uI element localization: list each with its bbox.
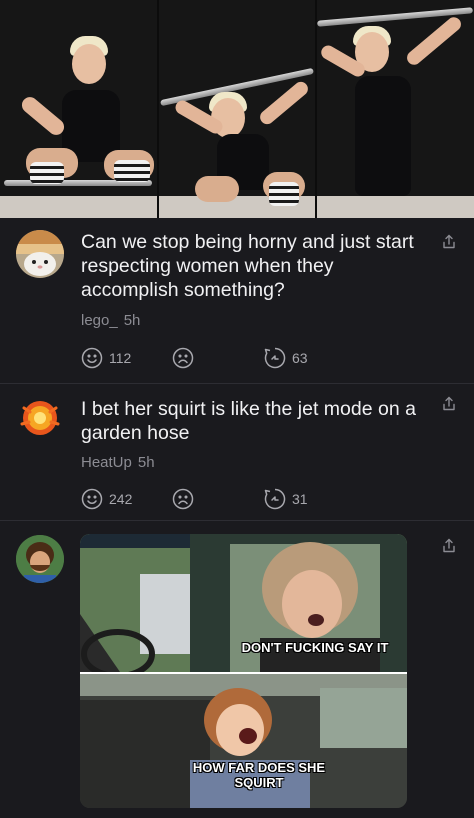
meme-bottom-panel: HOW FAR DOES SHE SQUIRT xyxy=(80,674,407,808)
share-icon[interactable] xyxy=(441,396,457,412)
athlete-head xyxy=(72,44,106,84)
reply-icon xyxy=(264,488,286,510)
bearded-man-avatar-icon[interactable] xyxy=(16,535,64,583)
meme-top-panel: DON'T FUCKING SAY IT xyxy=(80,534,407,679)
hamster-avatar-icon[interactable] xyxy=(16,230,64,278)
meme-bottom-caption: HOW FAR DOES SHE SQUIRT xyxy=(192,760,326,790)
share-icon[interactable] xyxy=(441,234,457,250)
weightlifter-photo-1[interactable] xyxy=(0,0,157,218)
upvote-count: 112 xyxy=(109,350,132,366)
smile-icon xyxy=(81,347,103,369)
gym-floor xyxy=(0,196,157,218)
happy-reaction-button[interactable]: 242 xyxy=(81,487,132,511)
sad-reaction-button[interactable] xyxy=(172,487,194,511)
reply-count: 63 xyxy=(292,350,308,366)
reply-count: 31 xyxy=(292,491,308,507)
fireball-avatar-icon[interactable] xyxy=(16,394,64,442)
comment-username[interactable]: HeatUp xyxy=(81,454,132,471)
reply-button[interactable]: 63 xyxy=(264,346,308,370)
frown-icon xyxy=(172,347,194,369)
share-icon[interactable] xyxy=(441,538,457,554)
reaction-bar: 112 63 xyxy=(81,346,341,370)
weightlifter-photo-2[interactable] xyxy=(158,0,316,218)
comment-text: Can we stop being horny and just start r… xyxy=(81,231,414,301)
happy-reaction-button[interactable]: 112 xyxy=(81,346,131,370)
reaction-bar: 242 31 xyxy=(81,487,341,511)
reply-button[interactable]: 31 xyxy=(264,487,308,511)
comment-1: Can we stop being horny and just start r… xyxy=(0,218,474,383)
meme-top-caption: DON'T FUCKING SAY IT xyxy=(241,640,389,655)
weightlifter-photo-3[interactable] xyxy=(317,0,474,218)
comment-text: I bet her squirt is like the jet mode on… xyxy=(81,398,416,444)
comment-divider xyxy=(0,520,474,521)
comment-meta: HeatUp 5h xyxy=(81,454,155,471)
comment-2: I bet her squirt is like the jet mode on… xyxy=(0,384,474,520)
comment-meta: lego_ 5h xyxy=(81,312,140,329)
sad-reaction-button[interactable] xyxy=(172,346,194,370)
reply-icon xyxy=(264,347,286,369)
smile-icon xyxy=(81,488,103,510)
comment-time: 5h xyxy=(123,312,141,329)
upvote-count: 242 xyxy=(109,491,133,507)
post-image-strip[interactable] xyxy=(0,0,474,218)
comment-username[interactable]: lego_ xyxy=(81,312,118,329)
comment-time: 5h xyxy=(137,454,155,471)
frown-icon xyxy=(172,488,194,510)
meme-image[interactable]: DON'T FUCKING SAY IT HOW FAR DOES SHE SQ… xyxy=(80,534,407,808)
